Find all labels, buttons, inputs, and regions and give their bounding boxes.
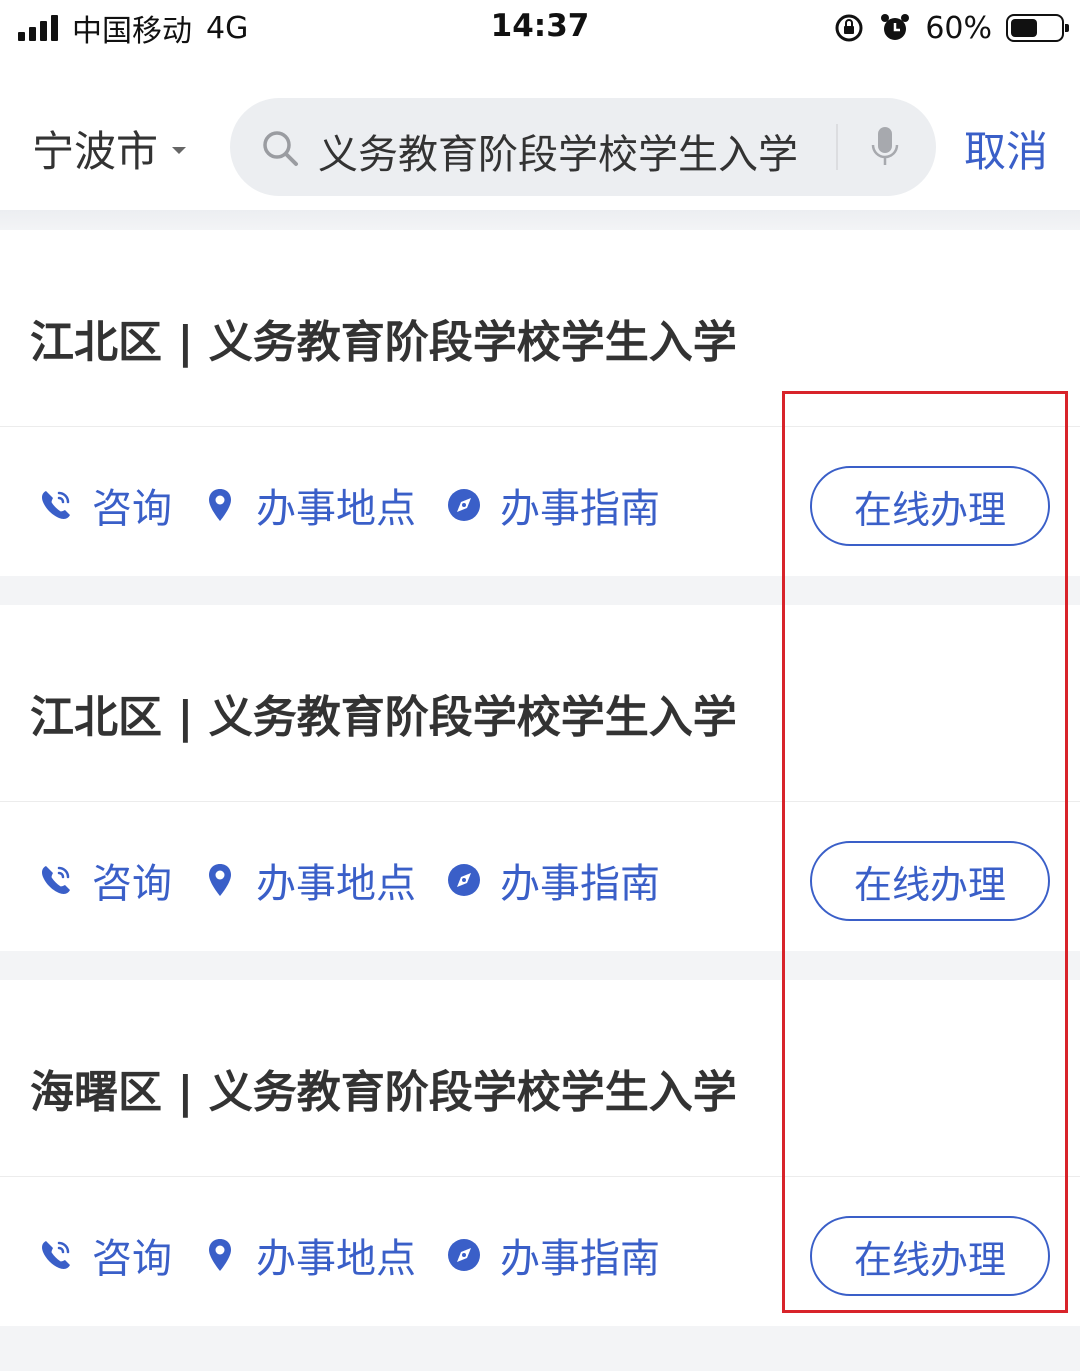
location-label: 办事地点 xyxy=(256,861,416,907)
location-link[interactable]: 办事地点 xyxy=(202,851,416,909)
phone-icon xyxy=(42,491,70,519)
result-title[interactable]: 江北区 | 义务教育阶段学校学生入学 xyxy=(30,681,737,745)
caret-down-icon xyxy=(172,147,187,154)
microphone-icon[interactable] xyxy=(870,125,900,169)
consult-link[interactable]: 咨询 xyxy=(38,1226,172,1284)
phone-icon xyxy=(42,1241,70,1269)
guide-link[interactable]: 办事指南 xyxy=(446,476,660,534)
consult-label: 咨询 xyxy=(92,486,172,532)
result-actions: 咨询 办事地点 办事指南 xyxy=(38,476,690,534)
rotation-lock-icon xyxy=(835,14,863,42)
result-actions: 咨询 办事地点 办事指南 xyxy=(38,1226,690,1284)
location-pin-icon xyxy=(209,489,231,521)
guide-label: 办事指南 xyxy=(500,861,660,907)
search-icon xyxy=(263,131,298,166)
compass-icon xyxy=(448,1239,480,1271)
battery-icon xyxy=(1006,14,1069,42)
battery-percent: 60% xyxy=(925,10,992,46)
guide-label: 办事指南 xyxy=(500,486,660,532)
compass-icon xyxy=(448,864,480,896)
consult-link[interactable]: 咨询 xyxy=(38,851,172,909)
alarm-icon xyxy=(881,14,910,40)
status-bar: 中国移动 4G 14:37 60% xyxy=(0,0,1080,56)
search-divider xyxy=(836,124,838,170)
battery-fill xyxy=(1011,19,1038,37)
guide-link[interactable]: 办事指南 xyxy=(446,1226,660,1284)
location-pin-icon xyxy=(209,864,231,896)
location-link[interactable]: 办事地点 xyxy=(202,1226,416,1284)
city-selector[interactable]: 宁波市 xyxy=(32,118,187,179)
guide-label: 办事指南 xyxy=(500,1236,660,1282)
guide-link[interactable]: 办事指南 xyxy=(446,851,660,909)
result-title[interactable]: 海曙区 | 义务教育阶段学校学生入学 xyxy=(30,1056,737,1120)
search-bar[interactable]: 义务教育阶段学校学生入学 xyxy=(230,98,936,196)
location-link[interactable]: 办事地点 xyxy=(202,476,416,534)
header-shadow xyxy=(0,210,1080,230)
result-actions: 咨询 办事地点 办事指南 xyxy=(38,851,690,909)
city-label: 宁波市 xyxy=(32,127,159,176)
result-title[interactable]: 江北区 | 义务教育阶段学校学生入学 xyxy=(30,306,737,370)
highlight-box xyxy=(782,391,1068,1313)
compass-icon xyxy=(448,489,480,521)
consult-link[interactable]: 咨询 xyxy=(38,476,172,534)
cancel-button[interactable]: 取消 xyxy=(964,118,1048,179)
location-pin-icon xyxy=(209,1239,231,1271)
search-input[interactable]: 义务教育阶段学校学生入学 xyxy=(318,122,818,180)
phone-icon xyxy=(42,866,70,894)
status-right: 60% xyxy=(833,8,1069,48)
consult-label: 咨询 xyxy=(92,1236,172,1282)
location-label: 办事地点 xyxy=(256,486,416,532)
search-header: 宁波市 义务教育阶段学校学生入学 取消 xyxy=(0,56,1080,210)
location-label: 办事地点 xyxy=(256,1236,416,1282)
consult-label: 咨询 xyxy=(92,861,172,907)
